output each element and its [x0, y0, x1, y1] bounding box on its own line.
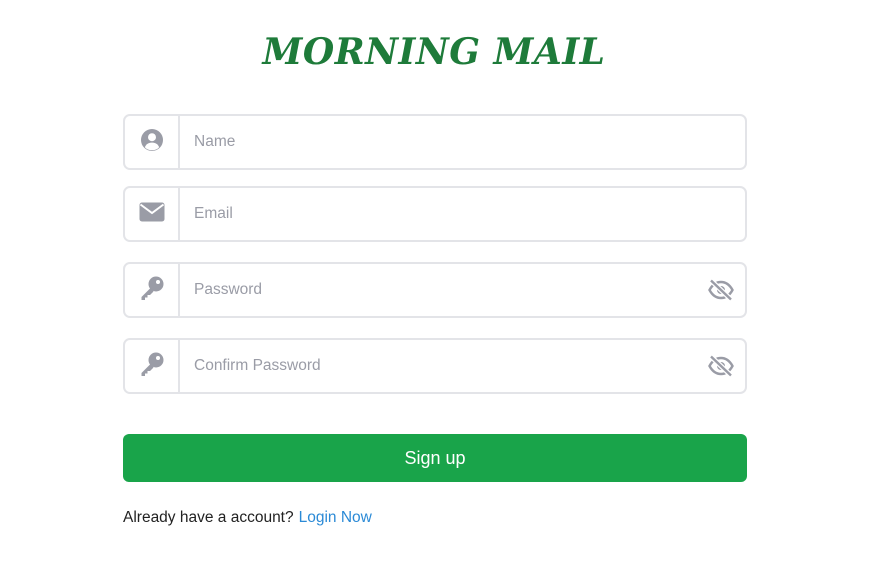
email-input[interactable] — [180, 188, 690, 240]
email-addon — [125, 188, 180, 240]
login-prompt-text: Already have a account? — [123, 509, 294, 526]
confirm-password-addon — [125, 340, 180, 392]
signup-button[interactable]: Sign up — [123, 434, 747, 482]
key-icon — [139, 275, 165, 306]
eye-slash-icon[interactable] — [707, 277, 735, 303]
login-prompt: Already have a account? Login Now — [123, 509, 372, 527]
password-addon — [125, 264, 180, 316]
name-field-group — [123, 114, 747, 170]
password-field-group — [123, 262, 747, 318]
eye-slash-icon[interactable] — [707, 353, 735, 379]
key-icon — [139, 351, 165, 382]
name-addon — [125, 116, 180, 168]
login-now-link[interactable]: Login Now — [299, 509, 372, 526]
name-input[interactable] — [180, 116, 690, 168]
confirm-password-input[interactable] — [180, 340, 690, 392]
password-input[interactable] — [180, 264, 690, 316]
confirm-password-field-group — [123, 338, 747, 394]
user-circle-icon — [140, 128, 164, 157]
email-field-group — [123, 186, 747, 242]
envelope-icon — [139, 202, 165, 227]
app-logo: MORNING MAIL — [262, 31, 606, 73]
